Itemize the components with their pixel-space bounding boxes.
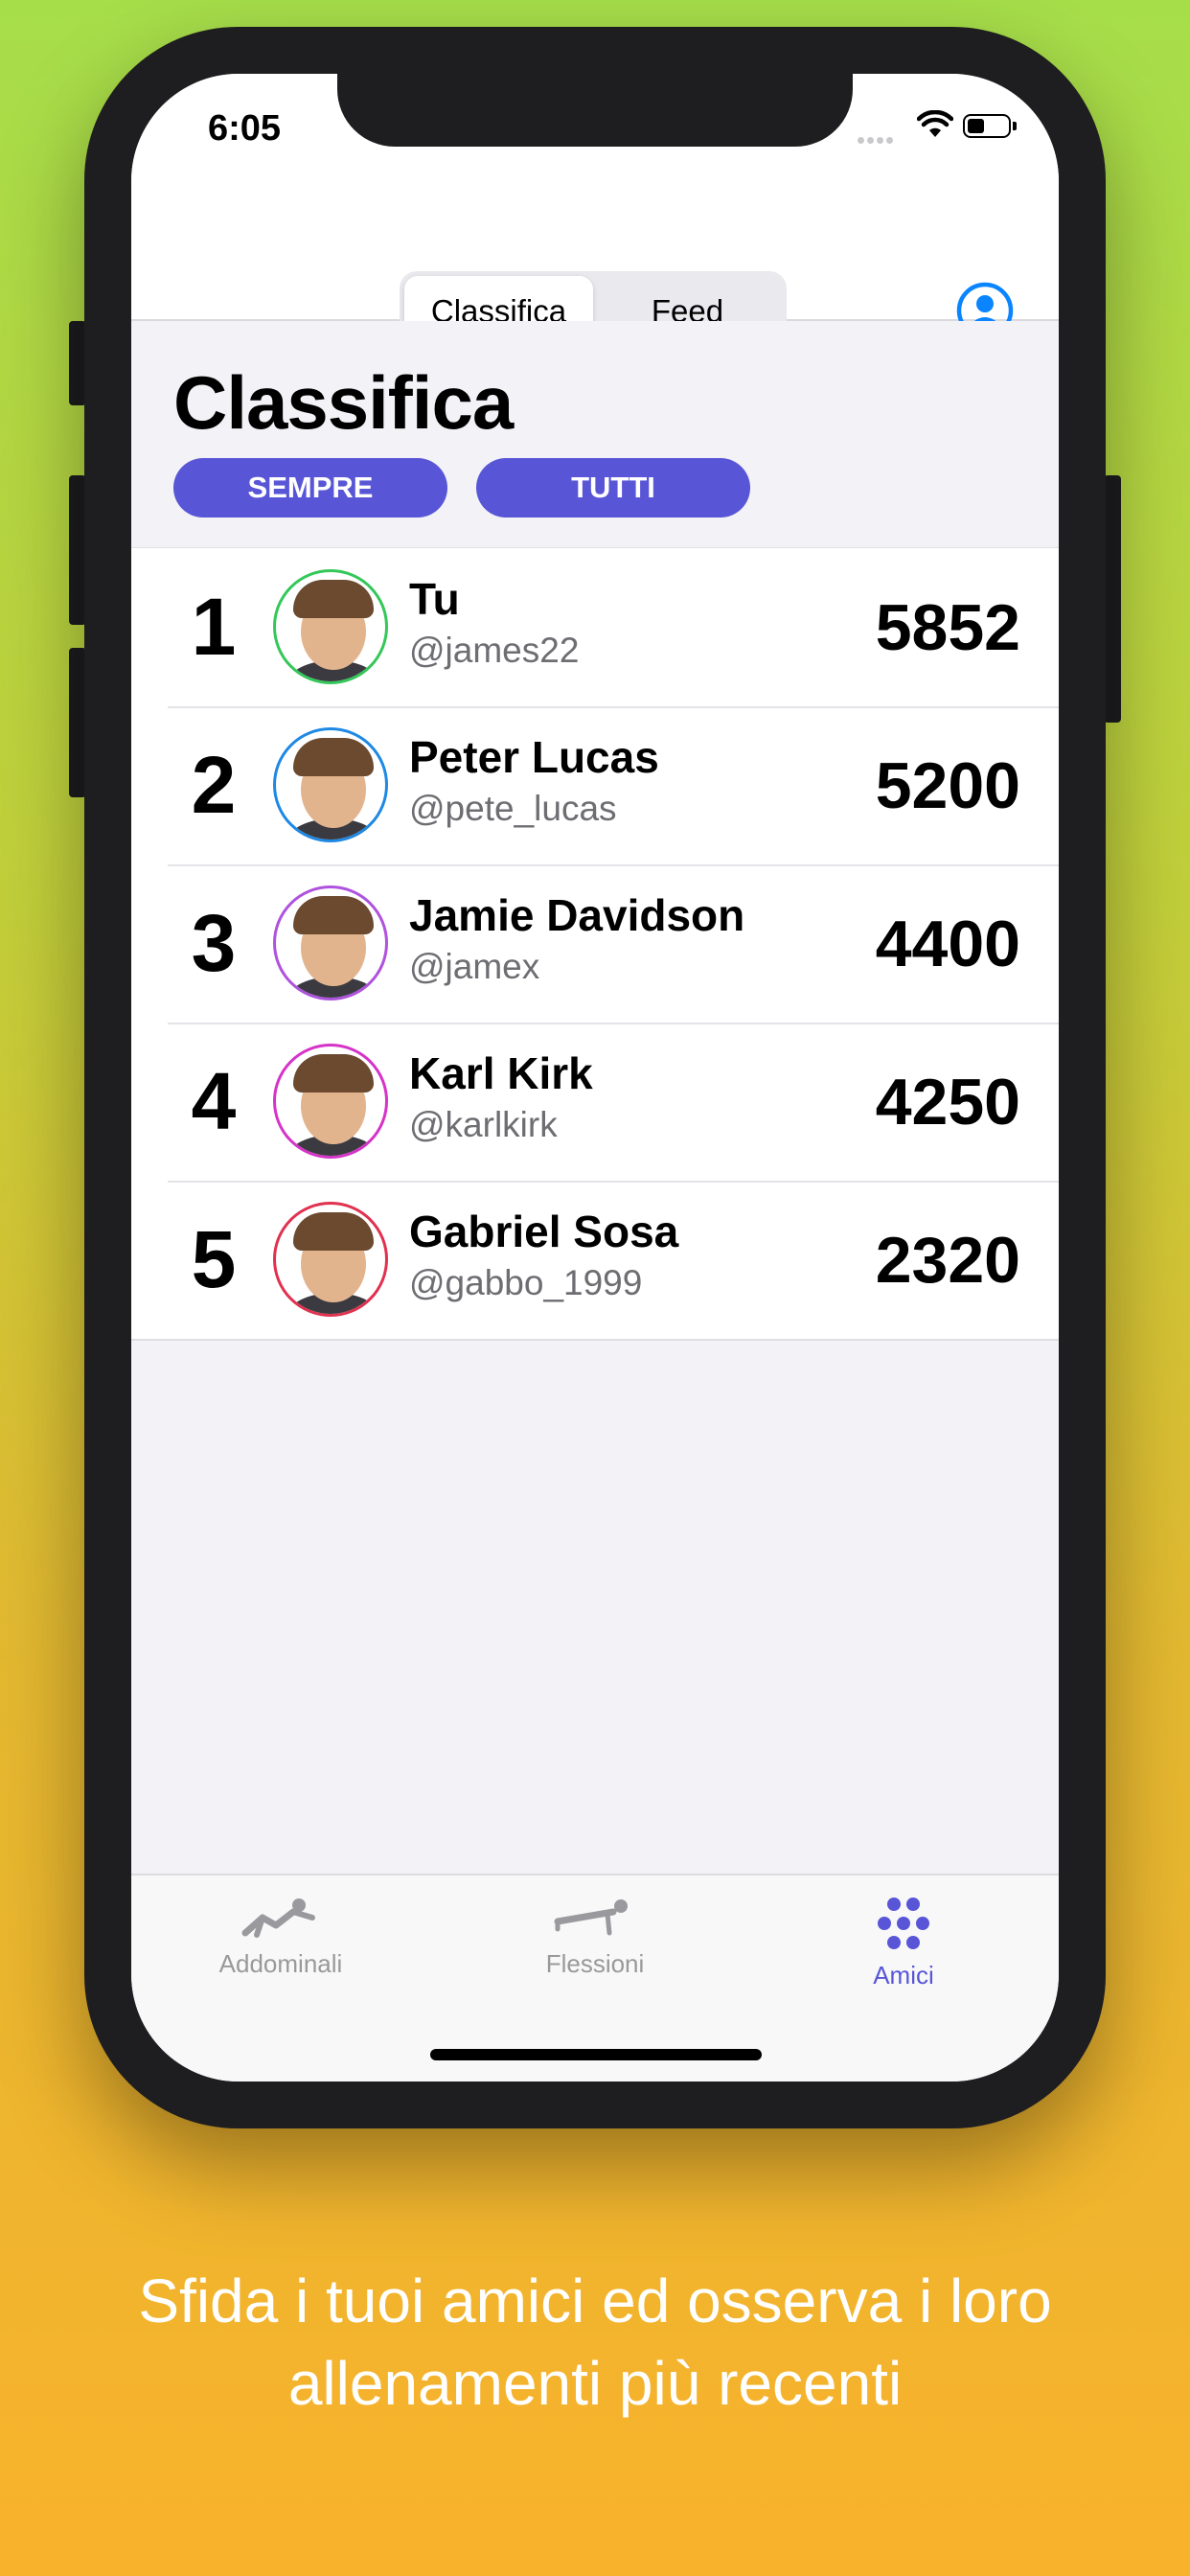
user-name: Karl Kirk	[409, 1048, 593, 1098]
user-handle: @karlkirk	[409, 1105, 558, 1144]
leaderboard-list: 1 Tu @james22 5852 2 Peter Lucas @pete_l…	[131, 547, 1059, 1341]
user-name: Jamie Davidson	[409, 890, 745, 940]
user-handle: @james22	[409, 631, 580, 670]
tab-label: Flessioni	[545, 1949, 645, 1978]
avatar	[273, 727, 388, 842]
battery-icon	[963, 114, 1017, 138]
user-handle: @pete_lucas	[409, 789, 617, 828]
leaderboard-header: Classifica SEMPRE TUTTI	[131, 321, 1059, 547]
tab-amici[interactable]: Amici	[789, 1897, 1018, 1990]
caption-line-2: allenamenti più recenti	[287, 2349, 903, 2418]
marketing-caption: Sfida i tuoi amici ed osserva i loro all…	[0, 2260, 1190, 2425]
rank-number: 3	[191, 898, 237, 988]
power-button	[1104, 475, 1121, 723]
user-name: Tu	[409, 574, 460, 624]
status-time: 6:05	[208, 108, 282, 149]
leaderboard-row[interactable]: 2 Peter Lucas @pete_lucas 5200	[131, 706, 1059, 864]
pushup-icon	[554, 1899, 628, 1936]
page-title: Classifica	[173, 360, 514, 445]
rank-number: 1	[191, 582, 237, 672]
tab-flessioni[interactable]: Flessioni	[480, 1897, 710, 1979]
user-score: 4400	[875, 907, 1020, 980]
rank-number: 2	[191, 740, 237, 830]
signal-icon	[858, 131, 896, 149]
notch	[337, 74, 853, 147]
user-handle: @jamex	[409, 947, 540, 986]
leaderboard-row[interactable]: 1 Tu @james22 5852	[131, 548, 1059, 706]
avatar	[273, 886, 388, 1000]
friends-icon	[878, 1898, 929, 1949]
avatar	[273, 569, 388, 684]
leaderboard-row[interactable]: 4 Karl Kirk @karlkirk 4250	[131, 1023, 1059, 1181]
screen: 6:05 Classifica Feed Classifica SEMPRE T…	[131, 74, 1059, 2082]
tab-label: Amici	[873, 1961, 934, 1990]
rank-number: 4	[191, 1056, 237, 1146]
user-score: 4250	[875, 1065, 1020, 1138]
phone-frame: 6:05 Classifica Feed Classifica SEMPRE T…	[84, 27, 1106, 2128]
tab-label: Addominali	[218, 1949, 343, 1978]
scope-filter-button[interactable]: TUTTI	[476, 458, 750, 518]
period-filter-button[interactable]: SEMPRE	[173, 458, 447, 518]
situp-icon	[241, 1898, 315, 1938]
leaderboard-row[interactable]: 3 Jamie Davidson @jamex 4400	[131, 864, 1059, 1023]
tab-addominali[interactable]: Addominali	[166, 1897, 396, 1979]
battery-level	[968, 119, 985, 133]
avatar	[273, 1044, 388, 1159]
wifi-icon	[917, 110, 953, 137]
user-handle: @gabbo_1999	[409, 1263, 643, 1302]
home-indicator	[430, 2049, 762, 2060]
user-score: 5200	[875, 748, 1020, 822]
leaderboard-row[interactable]: 5 Gabriel Sosa @gabbo_1999 2320	[131, 1181, 1059, 1339]
caption-line-1: Sfida i tuoi amici ed osserva i loro	[138, 2266, 1052, 2335]
user-name: Gabriel Sosa	[409, 1207, 679, 1256]
navigation-bar: Classifica Feed	[131, 198, 1059, 352]
user-name: Peter Lucas	[409, 732, 659, 782]
rank-number: 5	[191, 1214, 237, 1304]
user-score: 2320	[875, 1223, 1020, 1297]
user-score: 5852	[875, 590, 1020, 664]
avatar	[273, 1202, 388, 1317]
tab-bar: Addominali Flessioni Amici	[131, 1874, 1059, 2082]
